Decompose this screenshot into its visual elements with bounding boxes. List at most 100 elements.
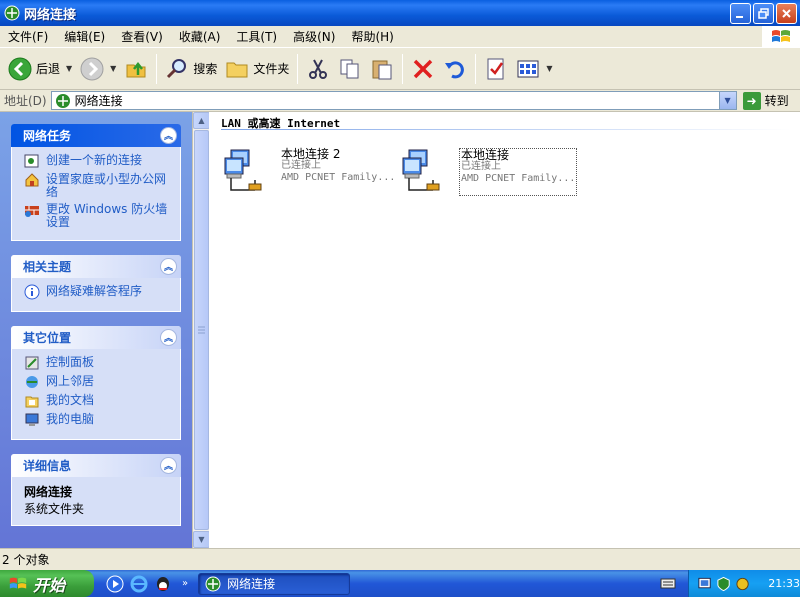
network-connections-icon <box>4 5 20 21</box>
toolbar: 后退 ▼ ▼ 搜索 文件夹 ▼ <box>0 48 800 90</box>
collapse-chevron-icon[interactable]: ︽ <box>160 329 177 346</box>
delete-button[interactable] <box>407 51 439 87</box>
quick-launch: » <box>106 575 188 593</box>
window-title: 网络连接 <box>24 7 77 23</box>
up-button[interactable] <box>120 51 152 87</box>
folder-icon <box>226 62 248 77</box>
undo-button[interactable] <box>439 51 471 87</box>
panel-title: 其它位置 <box>23 331 72 345</box>
status-text: 2 个对象 <box>2 553 50 567</box>
forward-button[interactable]: ▼ <box>76 51 120 87</box>
title-bar[interactable]: 网络连接 <box>0 0 800 26</box>
network-tasks-header[interactable]: 网络任务 ︽ <box>11 124 181 147</box>
menu-file[interactable]: 文件(F) <box>0 27 56 47</box>
lan-connection-icon <box>224 149 262 191</box>
system-tray: 21:33 <box>688 570 800 597</box>
file-list-view: LAN 或高速 Internet 本地连接 2 已连接上 AMD PCNET F… <box>209 112 800 548</box>
menu-advanced[interactable]: 高级(N) <box>285 27 343 47</box>
shield-tray-icon[interactable] <box>735 576 750 592</box>
search-button[interactable]: 搜索 <box>161 51 221 87</box>
keyboard-icon[interactable] <box>660 575 676 591</box>
menu-edit[interactable]: 编辑(E) <box>56 27 113 47</box>
media-player-icon[interactable] <box>106 575 124 593</box>
network-tray-icon[interactable] <box>697 576 712 592</box>
task-network-troubleshooter[interactable]: 网络疑难解答程序 <box>24 284 172 300</box>
new-connection-icon <box>24 154 39 168</box>
panel-title: 详细信息 <box>23 459 72 473</box>
taskbar-window-button[interactable]: 网络连接 <box>198 572 351 595</box>
related-topics-panel: 相关主题 ︽ 网络疑难解答程序 <box>11 255 181 312</box>
task-pane: 网络任务 ︽ 创建一个新的连接 设置家庭或小型办公网络 更改 Windows 防… <box>0 112 192 548</box>
related-topics-header[interactable]: 相关主题 ︽ <box>11 255 181 278</box>
go-button[interactable]: ➜ 转到 <box>742 91 789 110</box>
place-my-computer[interactable]: 我的电脑 <box>24 412 172 428</box>
task-firewall-settings[interactable]: 更改 Windows 防火墙设置 <box>24 202 172 229</box>
collapse-chevron-icon[interactable]: ︽ <box>160 258 177 275</box>
windows-logo-icon <box>9 577 27 589</box>
back-arrow-icon <box>8 57 32 80</box>
delete-x-icon <box>414 59 433 78</box>
folders-label: 文件夹 <box>253 62 290 76</box>
address-value: 网络连接 <box>74 94 123 108</box>
search-icon <box>167 58 187 78</box>
collapse-chevron-icon[interactable]: ︽ <box>160 127 177 144</box>
close-button[interactable] <box>776 3 797 24</box>
scroll-up-button[interactable]: ▲ <box>193 112 210 129</box>
qq-icon[interactable] <box>154 575 172 593</box>
folder-up-icon <box>126 61 146 77</box>
panel-title: 相关主题 <box>23 260 72 274</box>
connection-status: 已连接上 <box>281 160 321 171</box>
more-chevron-icon[interactable]: » <box>182 578 188 589</box>
copy-button[interactable] <box>334 51 366 87</box>
menu-favorites[interactable]: 收藏(A) <box>171 27 229 47</box>
details-type: 系统文件夹 <box>24 502 85 516</box>
security-tray-icon[interactable] <box>716 576 731 592</box>
scroll-down-button[interactable]: ▼ <box>193 531 210 548</box>
scroll-thumb[interactable] <box>194 130 209 530</box>
other-places-header[interactable]: 其它位置 ︽ <box>11 326 181 349</box>
connection-status: 已连接上 <box>461 161 501 172</box>
address-input[interactable]: 网络连接 ▼ <box>50 91 737 110</box>
panel-title: 网络任务 <box>23 129 72 143</box>
back-button[interactable]: 后退 ▼ <box>4 51 76 87</box>
restore-button[interactable] <box>753 3 774 24</box>
minimize-button[interactable] <box>730 3 751 24</box>
connection-device: AMD PCNET Family... <box>461 173 576 184</box>
place-network-places[interactable]: 网上邻居 <box>24 374 172 390</box>
taskbar-window-label: 网络连接 <box>227 577 276 591</box>
my-documents-icon <box>25 396 39 408</box>
details-panel: 详细信息 ︽ 网络连接 系统文件夹 <box>11 454 181 526</box>
task-pane-scrollbar[interactable]: ▲ ▼ <box>192 112 210 548</box>
address-dropdown-button[interactable]: ▼ <box>718 92 736 109</box>
place-control-panel[interactable]: 控制面板 <box>24 355 172 371</box>
folders-button[interactable]: 文件夹 <box>221 51 293 87</box>
connection-device: AMD PCNET Family... <box>281 172 396 183</box>
chevron-down-icon[interactable]: ▼ <box>66 64 72 73</box>
minimize-icon <box>736 16 743 18</box>
collapse-chevron-icon[interactable]: ︽ <box>160 457 177 474</box>
my-computer-icon <box>25 413 39 426</box>
details-header[interactable]: 详细信息 ︽ <box>11 454 181 477</box>
start-button[interactable]: 开始 <box>0 570 94 597</box>
properties-button[interactable] <box>480 51 512 87</box>
views-grid-icon <box>517 60 539 77</box>
views-button[interactable]: ▼ <box>512 51 556 87</box>
menu-view[interactable]: 查看(V) <box>113 27 171 47</box>
chevron-down-icon[interactable]: ▼ <box>546 64 552 73</box>
close-icon <box>782 9 791 18</box>
network-connections-icon <box>205 576 221 591</box>
connection-item[interactable]: 本地连接 2 已连接上 AMD PCNET Family... <box>221 148 395 196</box>
task-home-network[interactable]: 设置家庭或小型办公网络 <box>24 172 172 199</box>
menu-tools[interactable]: 工具(T) <box>228 27 285 47</box>
paste-icon <box>372 60 392 79</box>
chevron-down-icon[interactable]: ▼ <box>110 64 116 73</box>
details-name: 网络连接 <box>24 485 73 499</box>
paste-button[interactable] <box>366 51 398 87</box>
cut-button[interactable] <box>302 51 334 87</box>
task-create-connection[interactable]: 创建一个新的连接 <box>24 153 172 169</box>
internet-explorer-icon[interactable] <box>130 575 148 593</box>
menu-help[interactable]: 帮助(H) <box>343 27 401 47</box>
other-places-panel: 其它位置 ︽ 控制面板 网上邻居 我的文档 我的电脑 <box>11 326 181 440</box>
connection-item[interactable]: 本地连接 已连接上 AMD PCNET Family... <box>399 148 578 196</box>
place-my-documents[interactable]: 我的文档 <box>24 393 172 409</box>
